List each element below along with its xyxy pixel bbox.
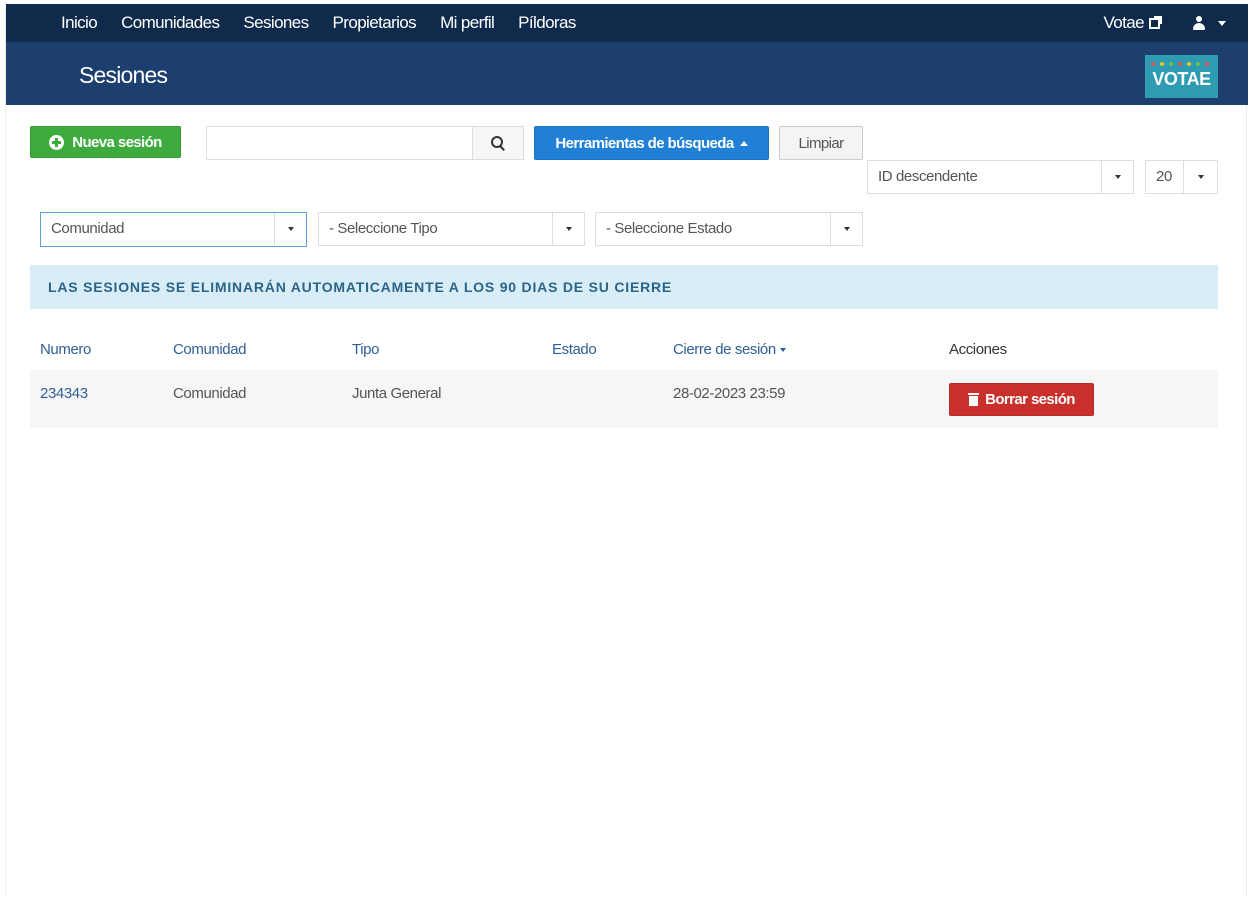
nav-right: Votae [1103,4,1226,42]
caret-up-icon [739,140,748,146]
type-filter-select[interactable]: - Seleccione Tipo [318,212,585,246]
column-header-comunidad[interactable]: Comunidad [173,341,247,358]
column-header-numero[interactable]: Numero [40,341,91,358]
search-input[interactable] [206,126,472,160]
logo-dot [1178,62,1182,66]
page-title: Sesiones [79,62,168,88]
nav-item-mi-perfil[interactable]: Mi perfil [440,13,495,33]
order-select-value: ID descendente [878,168,978,185]
logo-dot [1160,62,1164,66]
votae-logo: VOTAE [1145,55,1218,98]
logo-dot [1151,62,1155,66]
votae-link-label: Votae [1103,13,1145,32]
community-filter-arrow [274,213,306,245]
external-link-icon [1149,15,1162,29]
community-filter-select[interactable]: Comunidad [40,212,307,247]
delete-session-label: Borrar sesión [985,391,1075,408]
auto-delete-alert: LAS SESIONES SE ELIMINARÁN AUTOMATICAMEN… [30,265,1218,309]
main-nav: Inicio Comunidades Sesiones Propietarios… [61,4,600,42]
new-session-label: Nueva sesión [72,133,162,151]
nav-item-inicio[interactable]: Inicio [61,13,98,33]
search-tools-label: Herramientas de búsqueda [555,134,734,152]
sort-desc-icon [779,348,786,353]
status-filter-select[interactable]: - Seleccione Estado [595,212,863,246]
chevron-down-icon [1197,175,1204,179]
order-select-arrow [1101,161,1133,193]
logo-dot [1196,62,1200,66]
chevron-down-icon [843,227,850,231]
delete-session-button[interactable]: Borrar sesión [949,383,1094,416]
page-size-select[interactable]: 20 [1145,160,1218,194]
logo-dot [1169,62,1173,66]
chevron-down-icon [1218,20,1226,26]
page-header: Sesiones VOTAE [6,42,1248,105]
logo-confetti [1151,59,1211,69]
column-header-estado[interactable]: Estado [552,341,597,358]
user-icon [1192,16,1206,30]
user-menu-toggle[interactable] [1192,16,1226,30]
row-comunidad: Comunidad [173,385,247,402]
clear-button[interactable]: Limpiar [779,126,863,160]
chevron-down-icon [287,227,294,231]
top-navbar: Inicio Comunidades Sesiones Propietarios… [6,4,1248,42]
nav-item-sesiones[interactable]: Sesiones [243,13,309,33]
column-header-cierre-label: Cierre de sesión [673,341,776,358]
logo-text: VOTAE [1152,69,1211,89]
search-button[interactable] [472,126,524,160]
column-header-cierre[interactable]: Cierre de sesión [673,341,786,358]
column-header-tipo[interactable]: Tipo [352,341,379,358]
type-filter-arrow [552,213,584,245]
logo-dot [1187,62,1191,66]
column-header-acciones: Acciones [949,341,1007,358]
type-filter-value: - Seleccione Tipo [329,220,438,237]
page-size-arrow [1183,161,1217,193]
nav-item-comunidades[interactable]: Comunidades [121,13,220,33]
logo-dot [1205,62,1209,66]
plus-circle-icon [49,134,65,150]
chevron-down-icon [565,227,572,231]
chevron-down-icon [1114,175,1121,179]
row-tipo: Junta General [352,385,442,402]
search-icon [491,136,505,150]
nav-item-propietarios[interactable]: Propietarios [333,13,417,33]
votae-external-link[interactable]: Votae [1103,13,1162,33]
row-cierre: 28-02-2023 23:59 [673,385,786,402]
order-select[interactable]: ID descendente [867,160,1134,194]
community-filter-value: Comunidad [51,220,125,237]
row-numero-link[interactable]: 234343 [40,385,88,402]
search-tools-button[interactable]: Herramientas de búsqueda [534,126,769,160]
page-size-value: 20 [1156,168,1172,185]
new-session-button[interactable]: Nueva sesión [30,126,181,158]
nav-item-pildoras[interactable]: Píldoras [518,13,576,33]
status-filter-value: - Seleccione Estado [606,220,732,237]
trash-icon [968,393,980,406]
status-filter-arrow [830,213,862,245]
